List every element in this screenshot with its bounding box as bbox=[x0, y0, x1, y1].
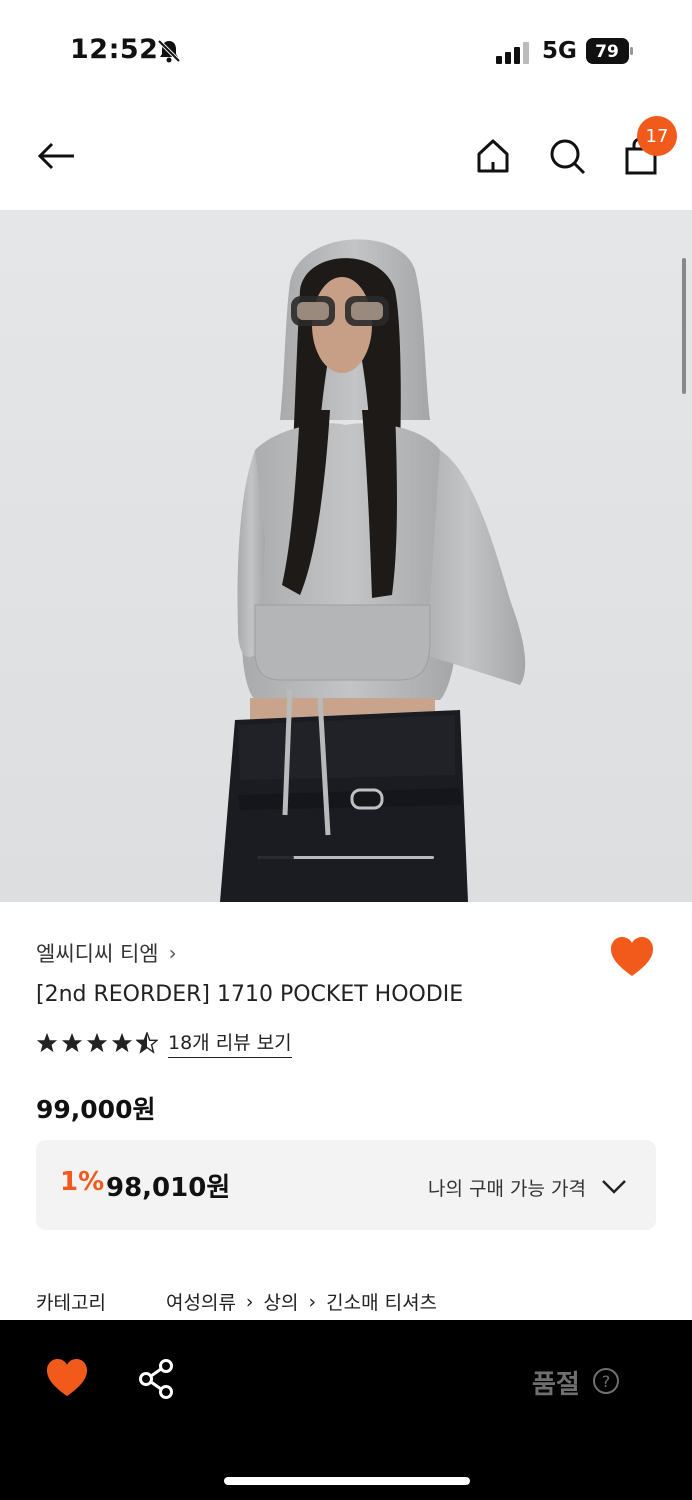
top-nav bbox=[0, 108, 692, 208]
cart-count-badge: 17 bbox=[637, 116, 677, 156]
arrow-left-icon bbox=[37, 142, 74, 170]
product-name: [2nd REORDER] 1710 POCKET HOODIE bbox=[36, 982, 464, 1007]
home-button[interactable] bbox=[471, 134, 515, 178]
bottom-like-button[interactable] bbox=[46, 1358, 88, 1400]
original-price: 99,000원 bbox=[36, 1095, 156, 1124]
scroll-indicator bbox=[682, 258, 686, 394]
review-link[interactable]: 18개 리뷰 보기 bbox=[168, 1028, 292, 1058]
category-crumb-longsleeve[interactable]: 긴소매 티셔츠 bbox=[326, 1288, 437, 1315]
search-icon bbox=[550, 139, 586, 175]
brand-name: 엘씨디씨 티엠 bbox=[36, 942, 159, 966]
home-icon bbox=[477, 139, 509, 173]
battery-icon: 79 bbox=[586, 38, 633, 64]
model-photo bbox=[220, 239, 526, 902]
my-price-label: 나의 구매 가능 가격 bbox=[428, 1178, 586, 1200]
svg-text:?: ? bbox=[602, 1372, 611, 1391]
category-label: 카테고리 bbox=[36, 1292, 106, 1314]
category-crumb-tops[interactable]: 상의 bbox=[264, 1288, 299, 1315]
category-row: 카테고리 여성의류 › 상의 › 긴소매 티셔츠 bbox=[36, 1288, 437, 1315]
network-label: 5G bbox=[542, 38, 577, 64]
carousel-progress-fill bbox=[258, 856, 294, 859]
rating-stars bbox=[36, 1032, 158, 1054]
chevron-right-icon: › bbox=[168, 941, 177, 965]
my-price-dropdown[interactable]: 1% 98,010원 나의 구매 가능 가격 bbox=[36, 1140, 656, 1230]
star-full-icon bbox=[86, 1032, 108, 1053]
chevron-right-icon: › bbox=[308, 1290, 317, 1313]
home-indicator bbox=[224, 1477, 470, 1485]
star-full-icon bbox=[111, 1032, 133, 1053]
status-time: 12:52 bbox=[70, 34, 159, 65]
chevron-right-icon: › bbox=[245, 1290, 254, 1313]
product-image[interactable] bbox=[0, 210, 692, 902]
signal-icon bbox=[496, 42, 529, 64]
heart-icon bbox=[46, 1358, 88, 1397]
question-circle-icon[interactable]: ? bbox=[592, 1367, 620, 1395]
discount-rate: 1% bbox=[60, 1167, 105, 1197]
star-full-icon bbox=[36, 1032, 58, 1053]
brand-link[interactable]: 엘씨디씨 티엠 › bbox=[36, 938, 177, 968]
category-crumb-women[interactable]: 여성의류 bbox=[166, 1288, 236, 1315]
share-button[interactable] bbox=[136, 1358, 178, 1400]
battery-level: 79 bbox=[595, 42, 619, 62]
star-half-icon bbox=[136, 1032, 158, 1054]
bottom-action-bar bbox=[0, 1320, 692, 1500]
share-icon bbox=[139, 1359, 173, 1399]
star-full-icon bbox=[61, 1032, 83, 1053]
search-button[interactable] bbox=[545, 134, 589, 178]
like-button[interactable] bbox=[610, 936, 654, 980]
rating-row: 18개 리뷰 보기 bbox=[36, 1028, 292, 1058]
heart-icon bbox=[611, 937, 653, 976]
bell-muted-icon bbox=[157, 39, 181, 63]
soldout-label: 품절 bbox=[532, 1370, 580, 1400]
discount-price: 98,010원 bbox=[106, 1173, 231, 1203]
chevron-down-icon bbox=[602, 1180, 626, 1194]
back-button[interactable] bbox=[34, 134, 78, 178]
status-bar: 12:52 5G 79 bbox=[0, 0, 692, 100]
